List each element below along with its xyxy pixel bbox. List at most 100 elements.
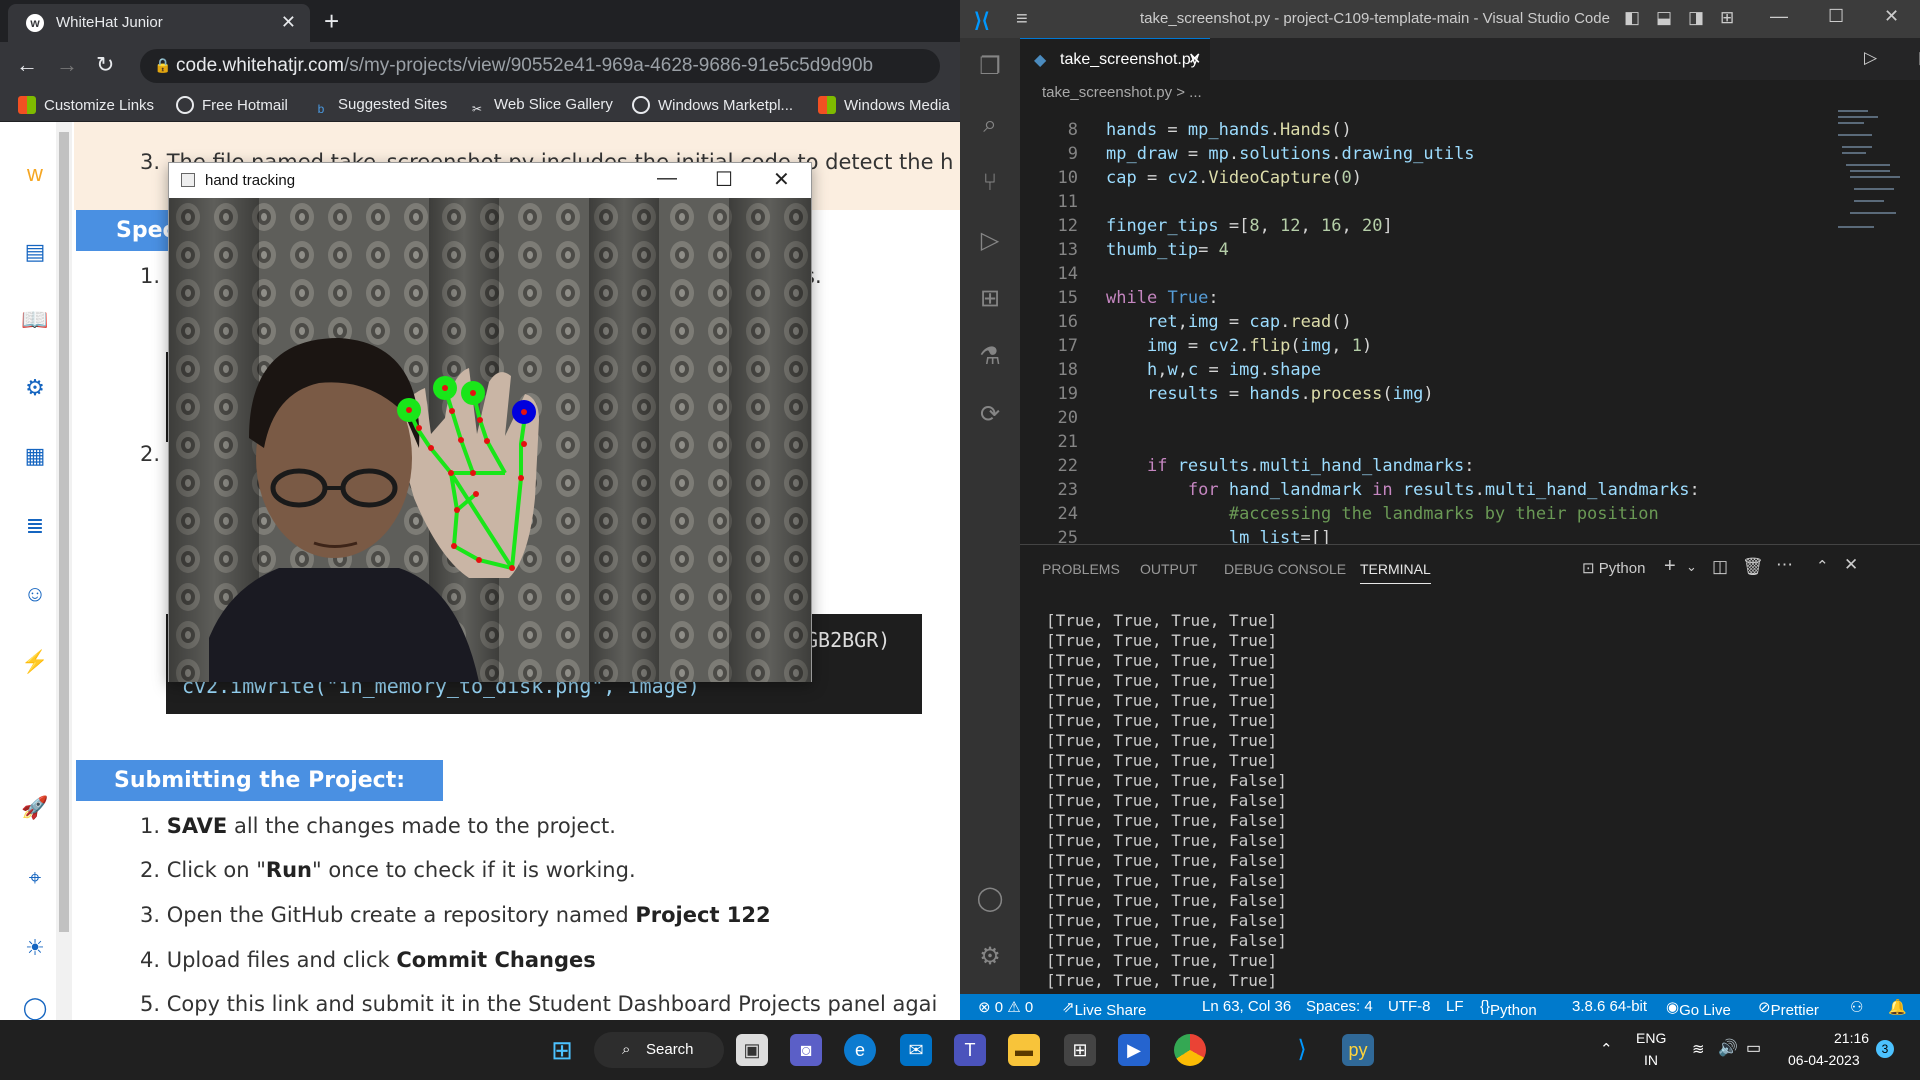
- interpreter-status[interactable]: 3.8.6 64-bit: [1572, 998, 1647, 1015]
- live-share-status[interactable]: ⇗ Live Share: [1062, 998, 1146, 1019]
- problems-status[interactable]: ⊗ 0 ⚠ 0: [978, 998, 1033, 1016]
- feedback-icon[interactable]: ⚇: [1850, 998, 1863, 1016]
- search-icon[interactable]: ⌕: [975, 110, 1005, 140]
- indentation-status[interactable]: Spaces: 4: [1306, 998, 1373, 1015]
- bookmark-free-hotmail[interactable]: Free Hotmail: [176, 96, 288, 114]
- bookmark-web-slice-gallery[interactable]: ✂ Web Slice Gallery: [468, 96, 613, 118]
- bookmark-windows-media[interactable]: Windows Media: [818, 96, 950, 114]
- brightness-icon[interactable]: ☀: [21, 934, 49, 962]
- manage-gear-icon[interactable]: ⚙: [975, 942, 1005, 972]
- language-indicator-line1[interactable]: ENG: [1636, 1030, 1666, 1046]
- vscode-minimize-button[interactable]: —: [1770, 6, 1788, 27]
- new-terminal-icon[interactable]: +: [1664, 555, 1676, 578]
- tab-problems[interactable]: PROBLEMS: [1042, 561, 1120, 577]
- customize-layout-icon[interactable]: ⊞: [1720, 8, 1734, 28]
- explorer-icon[interactable]: ❐: [975, 52, 1005, 82]
- cursor-position[interactable]: Ln 63, Col 36: [1202, 998, 1291, 1015]
- forward-icon[interactable]: →: [56, 52, 78, 78]
- tab-output[interactable]: OUTPUT: [1140, 561, 1198, 577]
- chevron-down-icon[interactable]: ⌄: [1686, 559, 1697, 575]
- task-view-icon[interactable]: ▣: [736, 1034, 768, 1066]
- teams-icon[interactable]: T: [954, 1034, 986, 1066]
- dashboard-icon[interactable]: ▤: [21, 238, 49, 266]
- extensions-icon[interactable]: ⊞: [975, 284, 1005, 314]
- address-bar[interactable]: 🔒 code.whitehatjr.com/s/my-projects/view…: [140, 49, 940, 83]
- back-icon[interactable]: ←: [16, 52, 38, 78]
- start-button[interactable]: ⊞: [546, 1034, 578, 1066]
- trash-icon[interactable]: 🗑: [1742, 557, 1764, 577]
- bookmark-windows-marketplace[interactable]: Windows Marketpl...: [632, 96, 793, 114]
- reload-icon[interactable]: ↻: [96, 52, 114, 78]
- split-terminal-icon[interactable]: ◫: [1712, 557, 1728, 577]
- run-debug-icon[interactable]: ▷: [975, 226, 1005, 256]
- testing-icon[interactable]: ⚗: [975, 342, 1005, 372]
- tab-debug-console[interactable]: DEBUG CONSOLE: [1224, 561, 1346, 577]
- profile-icon[interactable]: ◯: [21, 994, 49, 1020]
- volume-icon[interactable]: 🔊: [1718, 1038, 1738, 1058]
- language-mode[interactable]: {} Python: [1480, 998, 1537, 1019]
- breadcrumb-path[interactable]: take_screenshot.py > ...: [1042, 84, 1202, 101]
- tab-close-icon[interactable]: ✕: [1188, 49, 1201, 69]
- prettier-status[interactable]: ⊘ Prettier: [1758, 998, 1819, 1019]
- source-control-icon[interactable]: ⑂: [975, 168, 1005, 198]
- mail-icon[interactable]: ✉: [900, 1034, 932, 1066]
- document-icon[interactable]: ≣: [21, 512, 49, 540]
- show-hidden-icons[interactable]: ⌃: [1600, 1040, 1613, 1058]
- battery-icon[interactable]: ▭: [1746, 1038, 1761, 1058]
- bot-icon[interactable]: ⚙: [21, 374, 49, 402]
- toggle-secondary-sidebar-icon[interactable]: ◨: [1688, 8, 1704, 28]
- chrome-icon[interactable]: [1174, 1034, 1206, 1066]
- rocket-icon[interactable]: 🚀: [21, 794, 49, 822]
- taskbar-search[interactable]: ⌕ Search: [594, 1032, 724, 1068]
- maximize-button[interactable]: ☐: [715, 167, 733, 192]
- terminal-shell-selector[interactable]: ⊡ Python: [1582, 559, 1645, 577]
- new-tab-button[interactable]: +: [324, 6, 339, 36]
- edge-icon[interactable]: e: [844, 1034, 876, 1066]
- close-panel-icon[interactable]: ✕: [1844, 555, 1858, 575]
- microsoft-store-icon[interactable]: ⊞: [1064, 1034, 1096, 1066]
- minimize-button[interactable]: —: [657, 167, 677, 190]
- more-actions-icon[interactable]: ⋯: [1776, 555, 1793, 575]
- maximize-panel-icon[interactable]: ⌃: [1816, 557, 1829, 575]
- vscode-maximize-button[interactable]: ☐: [1828, 6, 1844, 27]
- media-player-icon[interactable]: ▶: [1118, 1034, 1150, 1066]
- toggle-sidebar-icon[interactable]: ◧: [1624, 8, 1640, 28]
- page-scrollbar[interactable]: [56, 122, 72, 1020]
- menu-icon[interactable]: ≡: [1016, 8, 1028, 31]
- vscode-taskbar-icon[interactable]: ⟩: [1286, 1034, 1318, 1066]
- file-explorer-icon[interactable]: ▬: [1008, 1034, 1040, 1066]
- bookmark-suggested-sites[interactable]: b Suggested Sites: [312, 96, 448, 118]
- code-editor[interactable]: 8 hands = mp_hands.Hands() 9 mp_draw = mp.…: [1020, 106, 1920, 544]
- clock-date[interactable]: 06-04-2023: [1788, 1052, 1860, 1068]
- remote-explorer-icon[interactable]: ⟳: [975, 400, 1005, 430]
- notebook-icon[interactable]: ▦: [21, 442, 49, 470]
- python-taskbar-icon[interactable]: py: [1342, 1034, 1374, 1066]
- close-button[interactable]: ✕: [773, 167, 790, 192]
- wifi-icon[interactable]: ≋: [1692, 1040, 1705, 1058]
- go-live-status[interactable]: ◉ Go Live: [1666, 998, 1731, 1019]
- browser-tab[interactable]: w WhiteHat Junior ✕: [8, 4, 310, 42]
- hand-tracking-titlebar[interactable]: hand tracking — ☐ ✕: [169, 163, 811, 198]
- bookmark-customize-links[interactable]: Customize Links: [18, 96, 154, 114]
- notification-badge[interactable]: 3: [1876, 1040, 1894, 1058]
- clock-time[interactable]: 21:16: [1834, 1030, 1869, 1046]
- face-icon[interactable]: ☺: [21, 580, 49, 608]
- map-icon[interactable]: ⌖: [21, 864, 49, 892]
- eol-status[interactable]: LF: [1446, 998, 1464, 1015]
- tab-take-screenshot[interactable]: ◆ take_screenshot.py ✕: [1020, 38, 1210, 80]
- whitehat-logo-icon[interactable]: w: [21, 160, 49, 188]
- lightning-icon[interactable]: ⚡: [21, 648, 49, 676]
- toggle-panel-icon[interactable]: ⬓: [1656, 8, 1672, 28]
- encoding-status[interactable]: UTF-8: [1388, 998, 1431, 1015]
- book-icon[interactable]: 📖: [21, 306, 49, 334]
- run-file-icon[interactable]: ▷: [1864, 48, 1877, 68]
- tab-terminal[interactable]: TERMINAL: [1360, 561, 1431, 584]
- accounts-icon[interactable]: ◯: [975, 884, 1005, 914]
- terminal-output[interactable]: [True, True, True, True] [True, True, Tru…: [1046, 611, 1287, 991]
- notifications-bell-icon[interactable]: 🔔: [1888, 998, 1907, 1016]
- vscode-close-button[interactable]: ✕: [1884, 6, 1899, 27]
- teams-chat-icon[interactable]: ◙: [790, 1034, 822, 1066]
- tab-close-button[interactable]: ✕: [281, 12, 296, 33]
- language-indicator-line2[interactable]: IN: [1644, 1052, 1658, 1068]
- minimap[interactable]: [1836, 106, 1906, 246]
